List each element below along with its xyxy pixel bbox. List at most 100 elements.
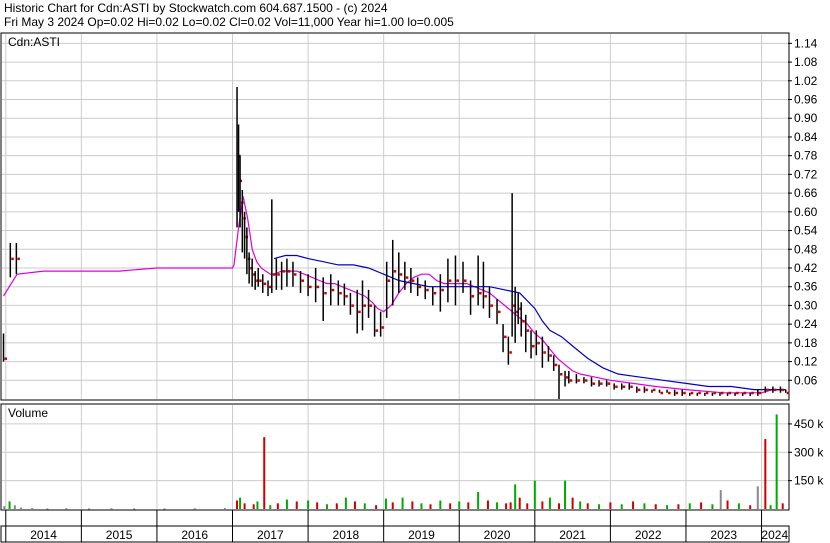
close-marker bbox=[509, 351, 512, 354]
close-marker bbox=[441, 288, 444, 292]
close-marker bbox=[309, 285, 312, 289]
volume-bar bbox=[726, 500, 729, 509]
volume-bar bbox=[110, 508, 113, 510]
volume-bar bbox=[749, 505, 752, 509]
close-marker bbox=[339, 291, 342, 295]
volume-bar bbox=[558, 503, 561, 509]
volume-bar bbox=[3, 506, 6, 509]
volume-bar bbox=[239, 497, 242, 509]
volume-bar bbox=[8, 501, 11, 509]
close-marker bbox=[456, 279, 459, 282]
close-marker bbox=[484, 295, 487, 298]
volume-bar bbox=[654, 504, 657, 509]
price-tick-label: 0.60 bbox=[794, 205, 818, 219]
close-marker bbox=[560, 373, 563, 376]
close-marker bbox=[569, 379, 573, 382]
volume-bar bbox=[420, 503, 423, 509]
volume-panel bbox=[0, 403, 790, 511]
close-marker bbox=[577, 379, 580, 382]
close-marker bbox=[532, 344, 535, 348]
volume-bar bbox=[65, 508, 68, 510]
volume-bar bbox=[541, 501, 544, 509]
volume-bar bbox=[564, 480, 567, 509]
volume-bar bbox=[666, 505, 669, 509]
close-marker bbox=[554, 363, 558, 367]
volume-bar bbox=[252, 504, 255, 509]
volume-bar bbox=[19, 507, 22, 509]
close-marker bbox=[490, 304, 493, 307]
close-marker bbox=[773, 388, 777, 392]
close-marker bbox=[272, 273, 276, 276]
volume-bar bbox=[363, 503, 366, 509]
volume-bar bbox=[781, 503, 784, 509]
close-marker bbox=[287, 270, 291, 273]
price-tick-label: 0.84 bbox=[794, 130, 818, 144]
close-marker bbox=[698, 391, 701, 395]
price-tick-label: 0.96 bbox=[794, 93, 818, 107]
volume-bar bbox=[711, 504, 714, 509]
close-marker bbox=[277, 273, 280, 276]
stock-chart: Cdn:ASTI 1.14 1.08 1.02 0.96 0.90 0.84 0.78 0.7… bbox=[0, 32, 824, 543]
close-marker bbox=[17, 257, 20, 261]
volume-bar bbox=[486, 500, 489, 509]
close-marker bbox=[263, 282, 267, 286]
volume-bar bbox=[477, 491, 480, 509]
close-marker bbox=[393, 270, 397, 273]
close-marker bbox=[668, 391, 671, 395]
volume-bar bbox=[769, 505, 772, 509]
volume-bar bbox=[632, 501, 635, 509]
volume-panel-label: Volume bbox=[8, 406, 48, 420]
volume-bar bbox=[719, 490, 722, 509]
close-marker bbox=[259, 279, 262, 282]
close-marker bbox=[543, 351, 546, 354]
year-tick-label: 2023 bbox=[710, 528, 737, 542]
volume-bar bbox=[620, 504, 623, 509]
volume-bar bbox=[295, 501, 298, 509]
close-marker bbox=[705, 391, 709, 395]
volume-bar bbox=[677, 504, 680, 509]
price-tick-label: 0.06 bbox=[794, 373, 818, 387]
volume-bar bbox=[533, 480, 536, 509]
volume-bar bbox=[514, 484, 517, 509]
close-marker bbox=[637, 388, 641, 392]
volume-bar bbox=[700, 502, 703, 509]
volume-bar bbox=[193, 508, 196, 510]
volume-bar bbox=[276, 503, 279, 509]
volume-tick-label: 150 k bbox=[794, 474, 824, 488]
volume-bar bbox=[316, 502, 319, 509]
close-marker bbox=[660, 391, 664, 395]
close-marker bbox=[630, 385, 633, 389]
price-tick-label: 0.12 bbox=[794, 355, 818, 369]
volume-tick-label: 450 k bbox=[794, 417, 824, 431]
year-tick-label: 2021 bbox=[559, 528, 586, 542]
volume-bar bbox=[307, 500, 310, 509]
close-marker bbox=[282, 270, 286, 273]
price-tick-label: 0.72 bbox=[794, 167, 818, 181]
price-tick-label: 1.02 bbox=[794, 74, 818, 88]
price-tick-label: 0.36 bbox=[794, 280, 818, 294]
close-marker bbox=[345, 295, 348, 298]
close-marker bbox=[316, 285, 320, 289]
volume-bar bbox=[775, 414, 778, 509]
price-tick-label: 1.14 bbox=[794, 36, 818, 50]
volume-bar bbox=[496, 502, 499, 509]
close-marker bbox=[369, 304, 373, 307]
price-tick-label: 0.24 bbox=[794, 317, 818, 331]
close-marker bbox=[766, 388, 769, 392]
volume-bar bbox=[269, 505, 272, 509]
close-marker bbox=[786, 391, 790, 395]
year-tick-label: 2018 bbox=[333, 528, 360, 542]
close-marker bbox=[720, 391, 724, 395]
volume-bar bbox=[429, 504, 432, 509]
close-marker bbox=[433, 291, 437, 295]
volume-bar bbox=[411, 501, 414, 509]
close-marker bbox=[375, 329, 379, 332]
close-marker bbox=[411, 279, 415, 282]
volume-tick-label: 300 k bbox=[794, 445, 824, 459]
close-marker bbox=[301, 279, 305, 282]
volume-bar bbox=[586, 503, 589, 509]
close-marker bbox=[293, 273, 297, 276]
volume-bar bbox=[335, 503, 338, 509]
close-marker bbox=[615, 385, 618, 389]
volume-bar bbox=[46, 508, 49, 510]
